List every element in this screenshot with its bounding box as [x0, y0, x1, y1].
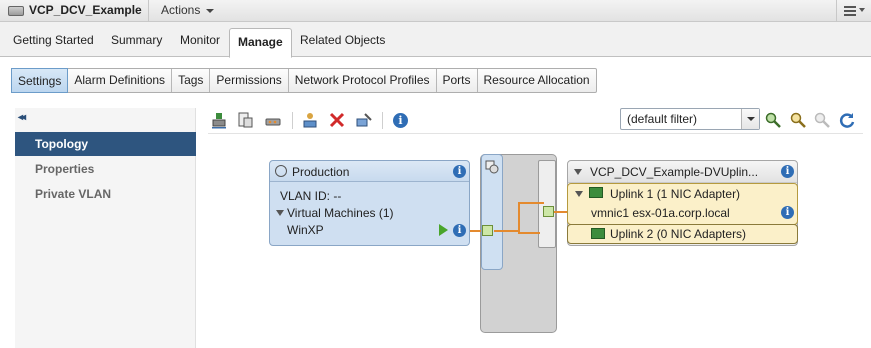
- manage-host-networking-icon[interactable]: [236, 111, 254, 129]
- tab-ports[interactable]: Ports: [437, 69, 478, 92]
- info-icon[interactable]: i: [781, 206, 794, 219]
- sidebar-item-properties[interactable]: Properties: [15, 157, 196, 181]
- panel-menu-button[interactable]: [836, 0, 871, 22]
- uplink-2[interactable]: Uplink 2 (0 NIC Adapters): [567, 224, 798, 244]
- topology-toolbar: i (default filter): [208, 108, 863, 134]
- divider: [148, 0, 149, 22]
- nic-icon: [591, 228, 605, 239]
- connection-line: [518, 202, 520, 232]
- tab-related-objects[interactable]: Related Objects: [300, 33, 385, 47]
- vms-header: Virtual Machines (1): [287, 206, 394, 220]
- connection-line: [518, 232, 540, 234]
- collapse-sidebar-icon[interactable]: ◂◂: [18, 112, 26, 123]
- tab-getting-started[interactable]: Getting Started: [13, 33, 94, 47]
- vm-powered-on-icon: [439, 224, 448, 236]
- tab-resource-allocation[interactable]: Resource Allocation: [478, 69, 596, 92]
- main-tabs: Getting Started Summary Monitor Manage R…: [0, 22, 871, 58]
- migrate-vm-icon[interactable]: [264, 111, 282, 129]
- connection-line: [518, 202, 544, 204]
- sub-tabs: Settings Alarm Definitions Tags Permissi…: [11, 68, 597, 93]
- switch-icon: [485, 160, 499, 174]
- tab-settings[interactable]: Settings: [11, 68, 69, 93]
- toolbar-divider: [382, 112, 383, 129]
- tab-permissions[interactable]: Permissions: [210, 69, 289, 92]
- tab-alarm-definitions[interactable]: Alarm Definitions: [68, 69, 173, 92]
- clear-filter-icon[interactable]: [813, 111, 831, 129]
- expand-triangle-icon[interactable]: [276, 210, 284, 216]
- info-icon[interactable]: i: [781, 165, 794, 178]
- uplink-group-header: VCP_DCV_Example-DVUplin... i: [568, 161, 797, 183]
- port-group-name: Production: [292, 165, 350, 179]
- vlan-id: VLAN ID: --: [280, 189, 342, 203]
- filter-icon[interactable]: [789, 111, 807, 129]
- tab-tags[interactable]: Tags: [172, 69, 211, 92]
- tab-monitor[interactable]: Monitor: [180, 33, 220, 47]
- window-title: VCP_DCV_Example: [29, 3, 142, 17]
- tab-summary[interactable]: Summary: [111, 33, 162, 47]
- info-icon[interactable]: i: [453, 224, 466, 237]
- uplink-2-label: Uplink 2 (0 NIC Adapters): [610, 227, 747, 241]
- vm-port-icon[interactable]: [482, 225, 493, 236]
- add-user-icon[interactable]: [301, 111, 319, 129]
- filter-value: (default filter): [627, 112, 698, 126]
- settings-sidebar: ◂◂ Topology Properties Private VLAN: [15, 108, 196, 348]
- tab-manage[interactable]: Manage: [229, 28, 292, 58]
- chevron-down-icon: [859, 8, 865, 12]
- nic-icon: [589, 187, 603, 198]
- title-bar: VCP_DCV_Example Actions: [0, 0, 871, 22]
- menu-line: [844, 6, 856, 8]
- uplink-1[interactable]: Uplink 1 (1 NIC Adapter) vmnic1 esx-01a.…: [567, 183, 798, 225]
- info-icon[interactable]: i: [453, 165, 466, 178]
- info-icon[interactable]: i: [393, 113, 408, 128]
- tab-network-protocol-profiles[interactable]: Network Protocol Profiles: [289, 69, 437, 92]
- expand-triangle-icon[interactable]: [575, 191, 583, 197]
- uplink-group-name: VCP_DCV_Example-DVUplin...: [590, 165, 759, 179]
- port-group-production[interactable]: Production i VLAN ID: -- Virtual Machine…: [269, 160, 470, 246]
- switch-uplink-bar[interactable]: [538, 160, 556, 248]
- menu-line: [844, 14, 856, 16]
- connection-line: [494, 230, 520, 232]
- remove-icon[interactable]: [328, 111, 346, 129]
- connection-line: [553, 211, 568, 213]
- toolbar-divider: [292, 112, 293, 129]
- connection-line: [469, 230, 481, 232]
- expand-triangle-icon[interactable]: [574, 169, 582, 175]
- chevron-down-icon: [747, 117, 755, 121]
- add-host-icon[interactable]: [210, 111, 228, 129]
- menu-line: [844, 10, 856, 12]
- filter-dropdown-button[interactable]: [741, 109, 759, 129]
- actions-menu[interactable]: Actions: [161, 3, 200, 17]
- sidebar-item-private-vlan[interactable]: Private VLAN: [15, 182, 196, 206]
- filter-select[interactable]: (default filter): [620, 108, 760, 130]
- switch-icon: [8, 6, 24, 16]
- port-group-icon: [275, 165, 287, 177]
- vm-name[interactable]: WinXP: [287, 223, 324, 237]
- search-icon[interactable]: [764, 111, 782, 129]
- chevron-down-icon[interactable]: [206, 9, 214, 13]
- uplink-port-icon[interactable]: [543, 206, 554, 217]
- switch-port-group-bar[interactable]: [481, 154, 503, 270]
- refresh-icon[interactable]: [838, 111, 856, 129]
- sidebar-item-topology[interactable]: Topology: [15, 132, 196, 156]
- uplink-1-nic[interactable]: vmnic1 esx-01a.corp.local: [591, 206, 730, 220]
- edit-settings-icon[interactable]: [355, 111, 373, 129]
- port-group-header: Production i: [270, 161, 469, 182]
- uplink-1-label: Uplink 1 (1 NIC Adapter): [610, 187, 741, 201]
